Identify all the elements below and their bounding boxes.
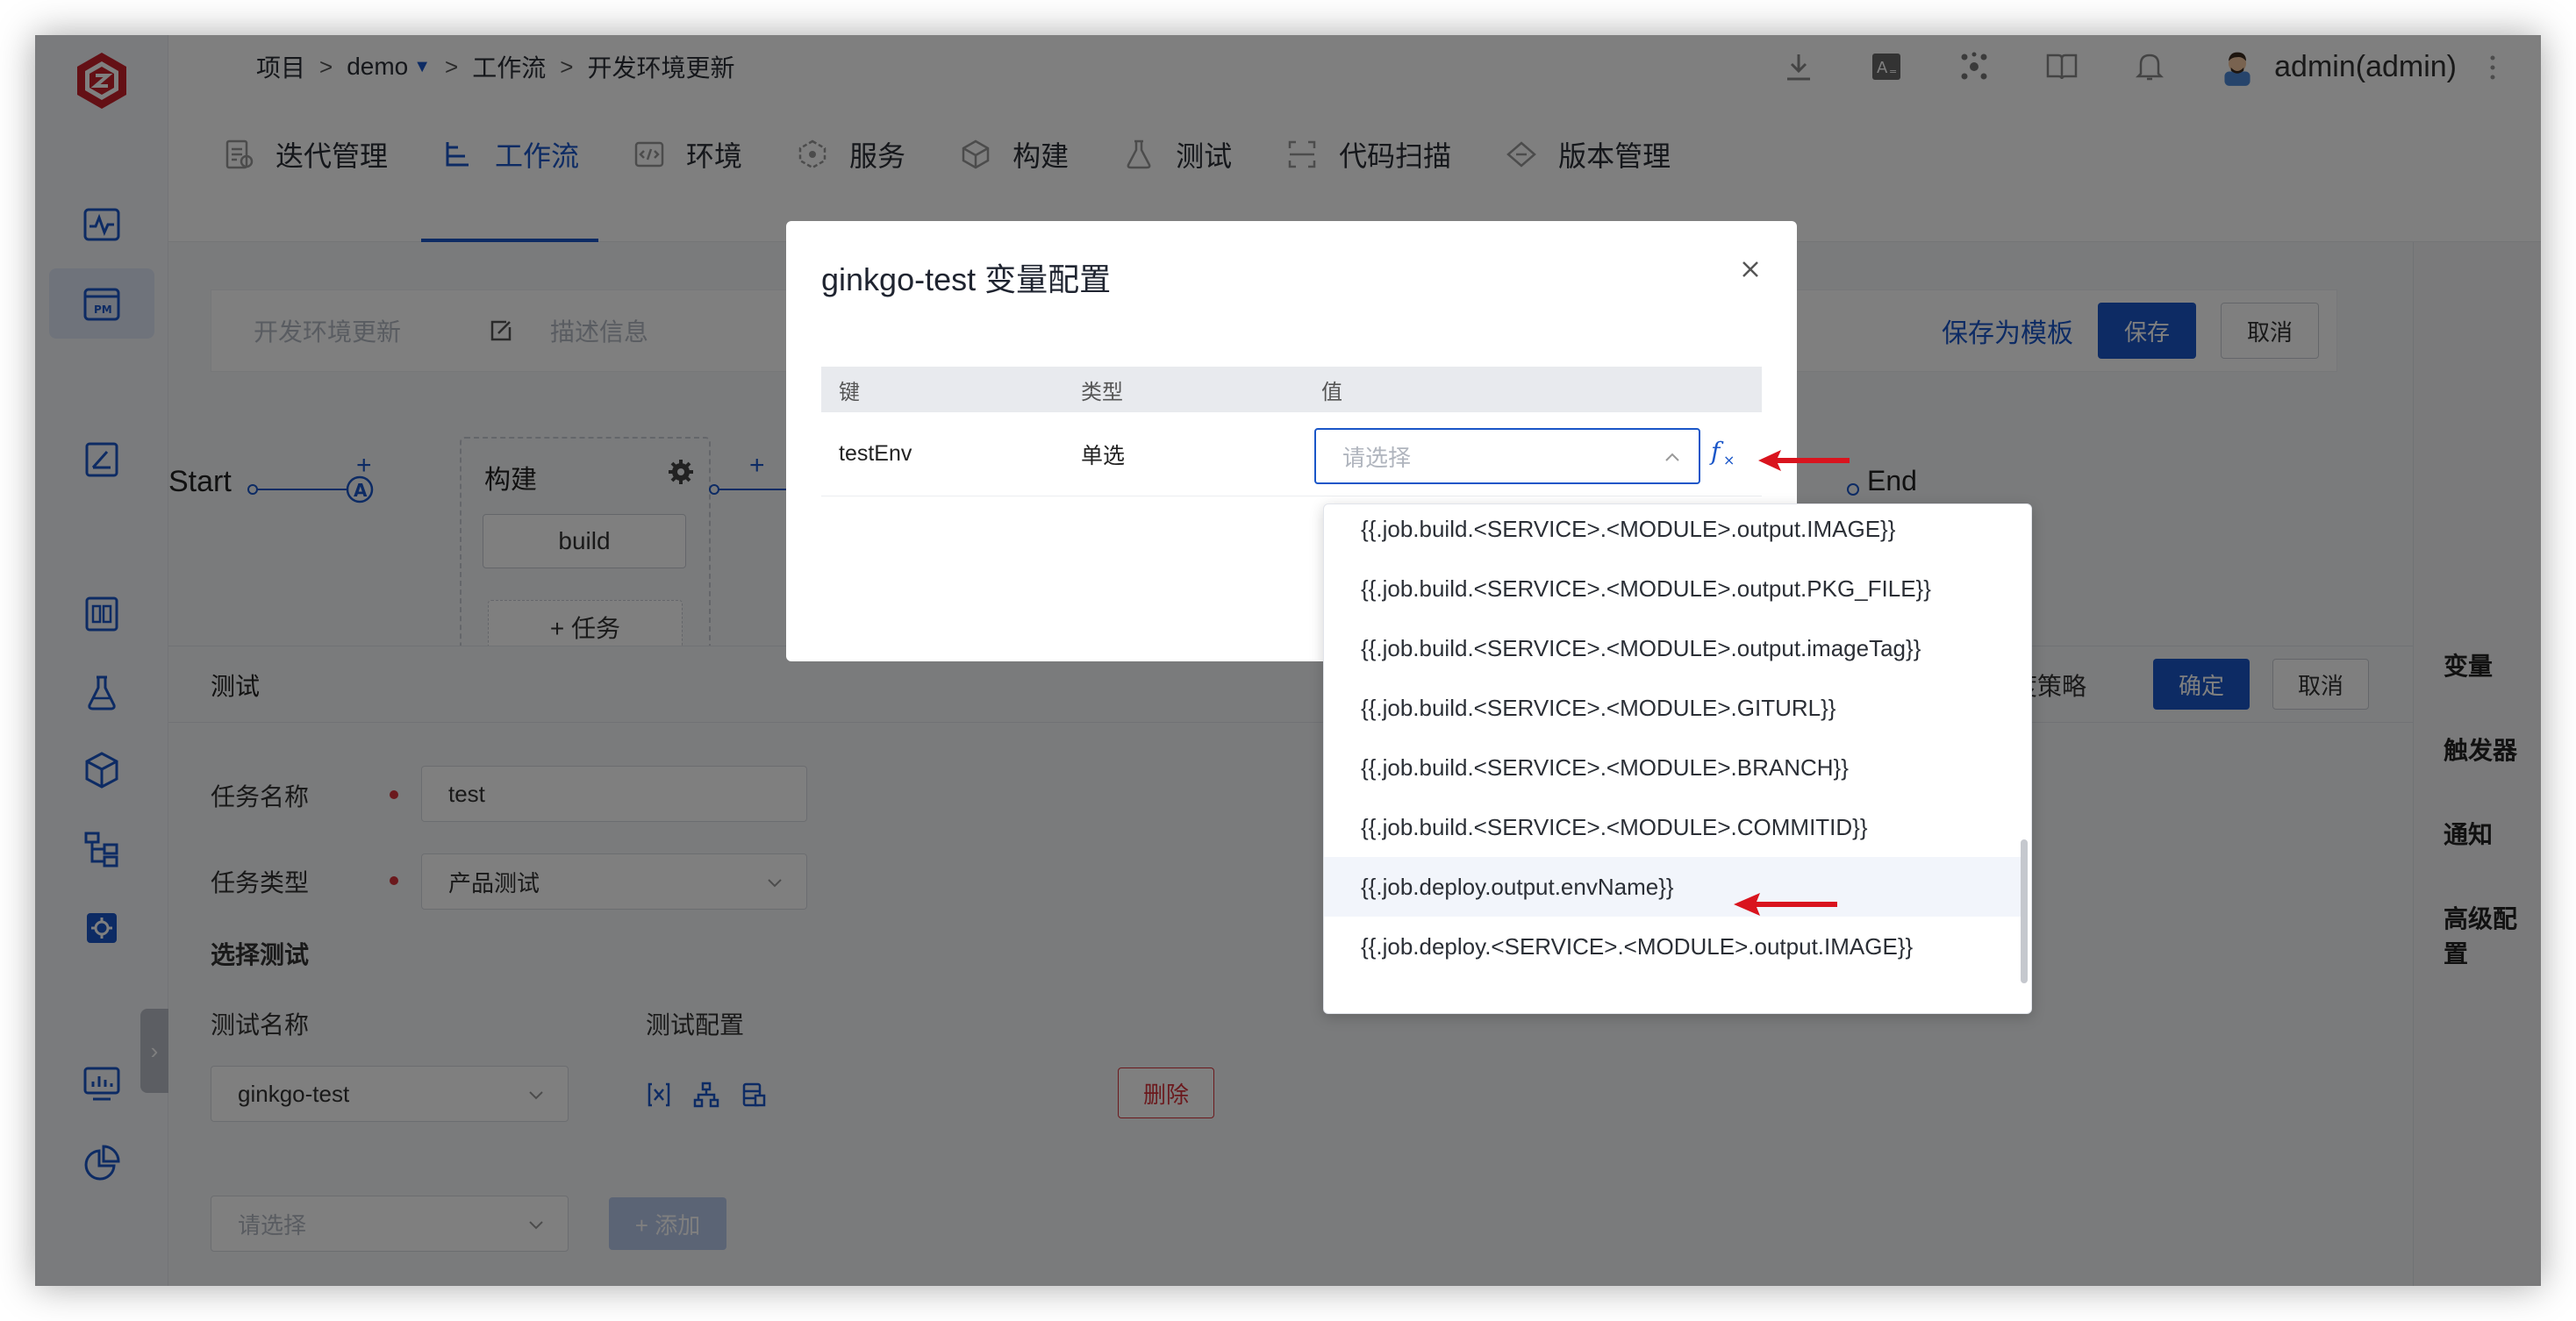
column-key: 键 bbox=[839, 380, 860, 404]
svg-text:f: f bbox=[1709, 437, 1724, 466]
column-type: 类型 bbox=[1081, 380, 1123, 404]
annotation-arrow-icon bbox=[1758, 450, 1850, 471]
table-header: 键 类型 值 bbox=[821, 367, 1762, 412]
dropdown-option[interactable]: {{.job.build.<SERVICE>.<MODULE>.BRANCH}} bbox=[1324, 738, 2026, 797]
dropdown-option[interactable]: {{.job.build.<SERVICE>.<MODULE>.output.P… bbox=[1324, 559, 2026, 618]
modal-title: ginkgo-test 变量配置 bbox=[821, 261, 1112, 297]
row-key: testEnv bbox=[839, 441, 912, 466]
dropdown-option[interactable]: {{.job.build.<SERVICE>.<MODULE>.COMMITID… bbox=[1324, 797, 2026, 857]
app-window: PM › 项目 > demo ▼ > 工作流 bbox=[35, 35, 2541, 1286]
close-icon[interactable] bbox=[1737, 256, 1764, 282]
chevron-up-icon bbox=[1665, 453, 1679, 461]
column-value: 值 bbox=[1321, 380, 1342, 404]
dropdown-option[interactable]: {{.job.build.<SERVICE>.<MODULE>.output.I… bbox=[1324, 504, 2026, 559]
dropdown-option[interactable]: {{.job.deploy.<SERVICE>.<MODULE>.output.… bbox=[1324, 917, 2026, 976]
value-select-placeholder: 请选择 bbox=[1342, 444, 1412, 471]
table-row: testEnv 单选 请选择 f × bbox=[821, 412, 1762, 496]
value-dropdown-menu: {{.job.build.<SERVICE>.<MODULE>.output.I… bbox=[1323, 503, 2032, 1014]
dropdown-option[interactable]: {{.job.build.<SERVICE>.<MODULE>.GITURL}} bbox=[1324, 678, 2026, 738]
dropdown-scrollbar[interactable] bbox=[2021, 839, 2028, 983]
annotation-arrow-icon bbox=[1734, 893, 1837, 916]
dropdown-option[interactable]: {{.job.build.<SERVICE>.<MODULE>.output.i… bbox=[1324, 618, 2026, 678]
function-icon[interactable]: f × bbox=[1709, 435, 1744, 470]
row-value-cell: 请选择 f × bbox=[1306, 412, 1762, 496]
variable-table: 键 类型 值 testEnv 单选 请选择 f × bbox=[821, 367, 1762, 496]
value-select[interactable]: 请选择 bbox=[1314, 428, 1700, 484]
dropdown-option-highlighted[interactable]: {{.job.deploy.output.envName}} bbox=[1324, 857, 2026, 917]
row-type: 单选 bbox=[1081, 443, 1126, 468]
svg-text:×: × bbox=[1723, 452, 1735, 468]
